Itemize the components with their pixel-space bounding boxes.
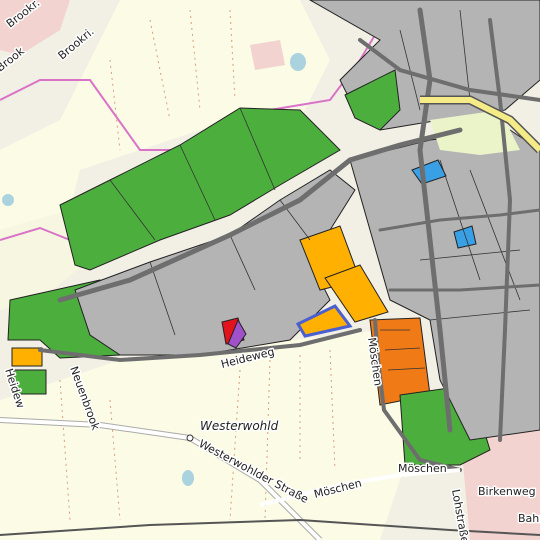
label-westerwohld: Westerwohld [200,419,279,433]
label-birkenweg: Birkenweg [478,485,536,498]
label-moeschen-road-2: Möschen [398,462,447,475]
zone-orange-left[interactable] [11,347,43,367]
map-canvas[interactable]: Brook Brookr. Brookri. Neuenbrook Heidew… [0,0,540,540]
location-marker[interactable] [186,434,194,442]
map-view[interactable]: Brook Brookr. Brookri. Neuenbrook Heidew… [0,0,540,540]
label-bahn: Bahn [518,512,540,525]
